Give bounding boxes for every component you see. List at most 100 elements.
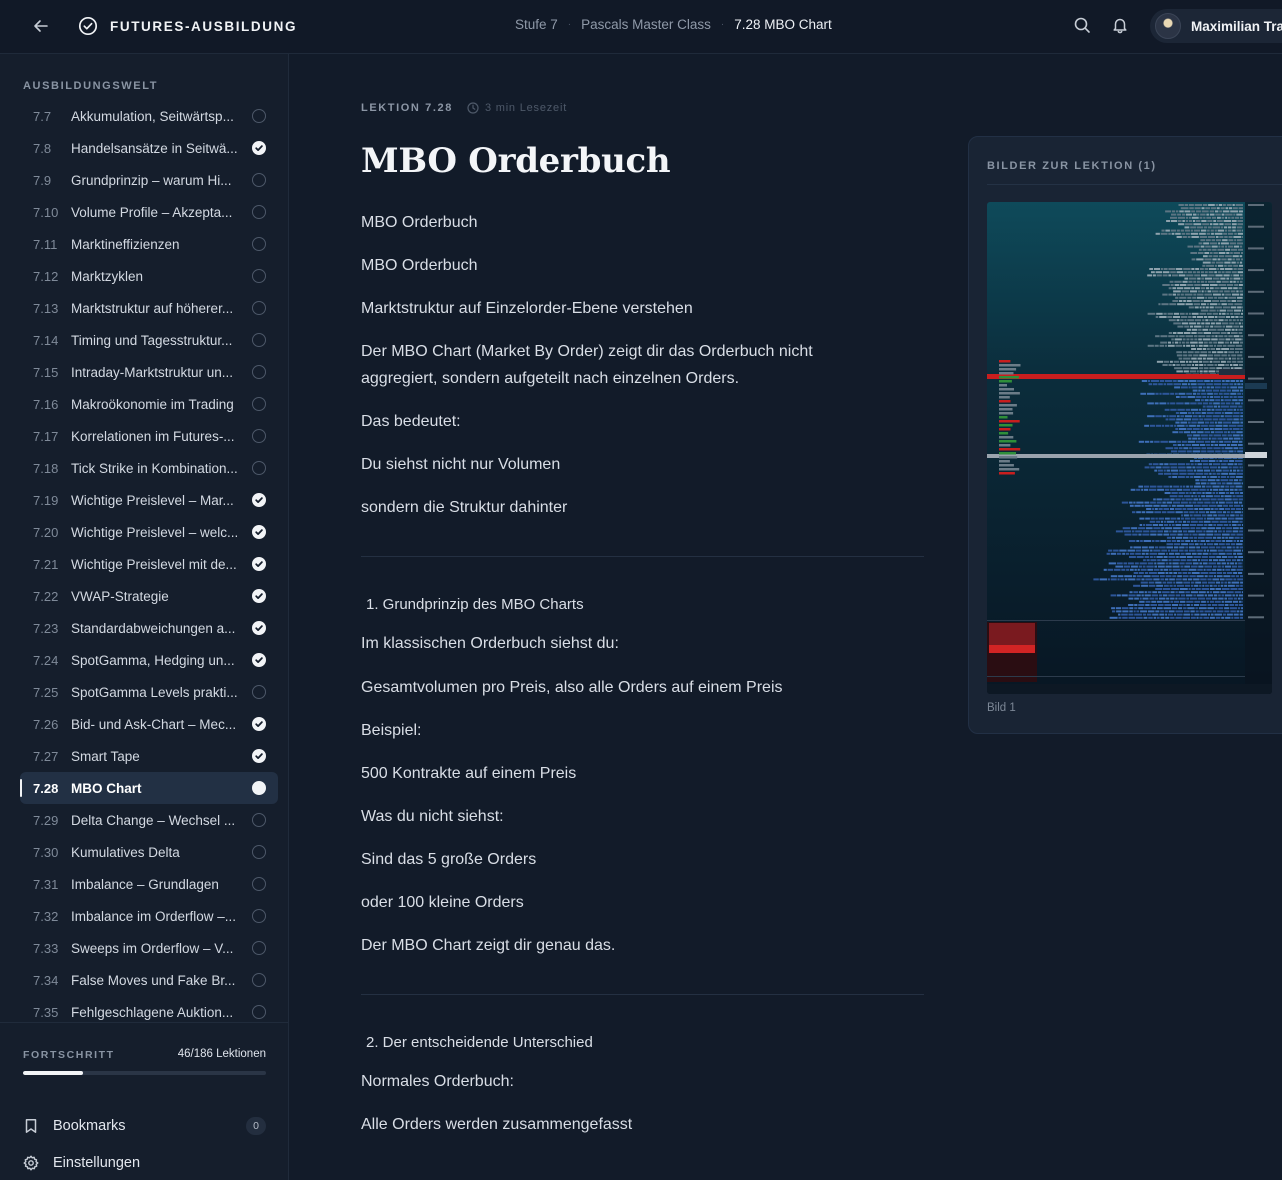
status-circle-icon bbox=[252, 845, 266, 859]
sidebar-lesson-item[interactable]: 7.16 Makroökonomie im Trading bbox=[20, 388, 278, 420]
bookmarks-label: Bookmarks bbox=[53, 1118, 126, 1134]
completed-check-icon bbox=[252, 621, 266, 635]
status-circle-icon bbox=[252, 397, 266, 411]
sidebar-lesson-item[interactable]: 7.34 False Moves und Fake Br... bbox=[20, 964, 278, 996]
lesson-title: Intraday-Marktstruktur un... bbox=[71, 364, 234, 380]
lesson-title: Marktineffizienzen bbox=[71, 236, 180, 252]
sidebar-lesson-item[interactable]: 7.31 Imbalance – Grundlagen bbox=[20, 868, 278, 900]
progress-count: 46/186 Lektionen bbox=[177, 1048, 266, 1060]
lesson-title: Grundprinzip – warum Hi... bbox=[71, 172, 232, 188]
status-circle-icon bbox=[252, 109, 266, 123]
sidebar-lesson-item[interactable]: 7.15 Intraday-Marktstruktur un... bbox=[20, 356, 278, 388]
lesson-number: 7.7 bbox=[33, 108, 52, 124]
sidebar-lesson-item[interactable]: 7.13 Marktstruktur auf höherer... bbox=[20, 292, 278, 324]
sidebar-lesson-item[interactable]: 7.11 Marktineffizienzen bbox=[20, 228, 278, 260]
sidebar-lesson-item[interactable]: 7.23 Standardabweichungen a... bbox=[20, 612, 278, 644]
breadcrumb-stufe[interactable]: Stufe 7 bbox=[515, 17, 558, 32]
lesson-number: 7.30 bbox=[33, 844, 59, 860]
lesson-title: Imbalance – Grundlagen bbox=[71, 876, 219, 892]
sidebar-lesson-item[interactable]: 7.7 Akkumulation, Seitwärtsp... bbox=[20, 100, 278, 132]
lesson-number: 7.10 bbox=[33, 204, 59, 220]
lesson-number: 7.25 bbox=[33, 684, 59, 700]
status-circle-icon bbox=[252, 877, 266, 891]
lesson-title: Volume Profile – Akzepta... bbox=[71, 204, 233, 220]
sidebar-lesson-item[interactable]: 7.25 SpotGamma Levels prakti... bbox=[20, 676, 278, 708]
search-button[interactable] bbox=[1073, 16, 1093, 36]
completed-check-icon bbox=[252, 141, 266, 155]
sidebar-lesson-item[interactable]: 7.8 Handelsansätze in Seitwä... bbox=[20, 132, 278, 164]
brand[interactable]: FUTURES-AUSBILDUNG bbox=[78, 15, 297, 37]
paragraph: Sind das 5 große Orders bbox=[361, 851, 537, 868]
user-menu[interactable]: Maximilian Tra bbox=[1150, 9, 1282, 43]
lesson-number: 7.14 bbox=[33, 332, 59, 348]
sidebar-lesson-item[interactable]: 7.30 Kumulatives Delta bbox=[20, 836, 278, 868]
sidebar-lesson-item[interactable]: 7.12 Marktzyklen bbox=[20, 260, 278, 292]
lesson-number: 7.17 bbox=[33, 428, 59, 444]
breadcrumb-current: 7.28 MBO Chart bbox=[734, 17, 832, 32]
sidebar-lesson-item[interactable]: 7.28 MBO Chart bbox=[20, 772, 278, 804]
sidebar-lesson-item[interactable]: 7.20 Wichtige Preislevel – welc... bbox=[20, 516, 278, 548]
completed-check-icon bbox=[252, 557, 266, 571]
status-circle-icon bbox=[252, 173, 266, 187]
sidebar-lesson-item[interactable]: 7.22 VWAP-Strategie bbox=[20, 580, 278, 612]
lesson-number: 7.23 bbox=[33, 620, 59, 636]
lesson-title: Delta Change – Wechsel ... bbox=[71, 812, 236, 828]
lesson-title: Timing und Tagesstruktur... bbox=[71, 332, 233, 348]
lesson-title: Kumulatives Delta bbox=[71, 844, 180, 860]
back-button[interactable] bbox=[30, 15, 52, 37]
sidebar-lesson-item[interactable]: 7.26 Bid- und Ask-Chart – Mec... bbox=[20, 708, 278, 740]
sidebar-lesson-item[interactable]: 7.10 Volume Profile – Akzepta... bbox=[20, 196, 278, 228]
lesson-number: 7.28 bbox=[33, 780, 59, 796]
lesson-title: SpotGamma, Hedging un... bbox=[71, 652, 235, 668]
lesson-number: 7.12 bbox=[33, 268, 59, 284]
completed-check-icon bbox=[252, 749, 266, 763]
progress-bar bbox=[23, 1071, 266, 1075]
breadcrumb-course[interactable]: Pascals Master Class bbox=[581, 17, 711, 32]
lesson-number: 7.19 bbox=[33, 492, 59, 508]
bell-icon bbox=[1113, 18, 1127, 34]
lesson-number: 7.35 bbox=[33, 1004, 59, 1020]
page-title: MBO Orderbuch bbox=[361, 141, 671, 181]
top-bar: FUTURES-AUSBILDUNG Stufe 7 · Pascals Mas… bbox=[0, 0, 1282, 54]
intro-section: MBO Orderbuch MBO Orderbuch Marktstruktu… bbox=[361, 209, 924, 521]
settings-link[interactable]: Einstellungen bbox=[23, 1151, 266, 1175]
paragraph: MBO Orderbuch bbox=[361, 214, 478, 231]
sidebar-lesson-item[interactable]: 7.24 SpotGamma, Hedging un... bbox=[20, 644, 278, 676]
lesson-title: Korrelationen im Futures-... bbox=[71, 428, 235, 444]
status-circle-icon bbox=[252, 205, 266, 219]
sidebar-lesson-item[interactable]: 7.9 Grundprinzip – warum Hi... bbox=[20, 164, 278, 196]
bookmarks-link[interactable]: Bookmarks 0 bbox=[23, 1114, 266, 1138]
breadcrumb-separator: · bbox=[720, 19, 725, 30]
sidebar-lesson-item[interactable]: 7.21 Wichtige Preislevel mit de... bbox=[20, 548, 278, 580]
sidebar-lesson-item[interactable]: 7.33 Sweeps im Orderflow – V... bbox=[20, 932, 278, 964]
sidebar-lesson-item[interactable]: 7.18 Tick Strike in Kombination... bbox=[20, 452, 278, 484]
lesson-image-thumbnail[interactable] bbox=[987, 202, 1272, 694]
status-circle-icon bbox=[252, 365, 266, 379]
image-caption: Bild 1 bbox=[987, 702, 1016, 714]
lesson-tag: LEKTION 7.28 bbox=[361, 102, 453, 114]
status-circle-icon bbox=[252, 333, 266, 347]
sidebar-lesson-item[interactable]: 7.27 Smart Tape bbox=[20, 740, 278, 772]
lesson-number: 7.16 bbox=[33, 396, 59, 412]
sidebar-lesson-item[interactable]: 7.14 Timing und Tagesstruktur... bbox=[20, 324, 278, 356]
notifications-button[interactable] bbox=[1111, 16, 1131, 36]
lesson-title: SpotGamma Levels prakti... bbox=[71, 684, 238, 700]
breadcrumb: Stufe 7 · Pascals Master Class · 7.28 MB… bbox=[515, 17, 832, 32]
lesson-title: Wichtige Preislevel mit de... bbox=[71, 556, 237, 572]
sidebar-lesson-item[interactable]: 7.32 Imbalance im Orderflow –... bbox=[20, 900, 278, 932]
lesson-number: 7.8 bbox=[33, 140, 52, 156]
completed-check-icon bbox=[252, 589, 266, 603]
lesson-title: Bid- und Ask-Chart – Mec... bbox=[71, 716, 237, 732]
lesson-number: 7.9 bbox=[33, 172, 52, 188]
sidebar-lesson-item[interactable]: 7.29 Delta Change – Wechsel ... bbox=[20, 804, 278, 836]
lesson-title: Makroökonomie im Trading bbox=[71, 396, 234, 412]
sidebar-heading: AUSBILDUNGSWELT bbox=[23, 80, 159, 92]
status-circle-icon bbox=[252, 685, 266, 699]
paragraph: Beispiel: bbox=[361, 722, 422, 739]
sidebar-lesson-item[interactable]: 7.17 Korrelationen im Futures-... bbox=[20, 420, 278, 452]
read-time-text: 3 min Lesezeit bbox=[484, 102, 568, 114]
lesson-number: 7.20 bbox=[33, 524, 59, 540]
status-circle-icon bbox=[252, 301, 266, 315]
lesson-title: Smart Tape bbox=[71, 748, 140, 764]
sidebar-lesson-item[interactable]: 7.19 Wichtige Preislevel – Mar... bbox=[20, 484, 278, 516]
